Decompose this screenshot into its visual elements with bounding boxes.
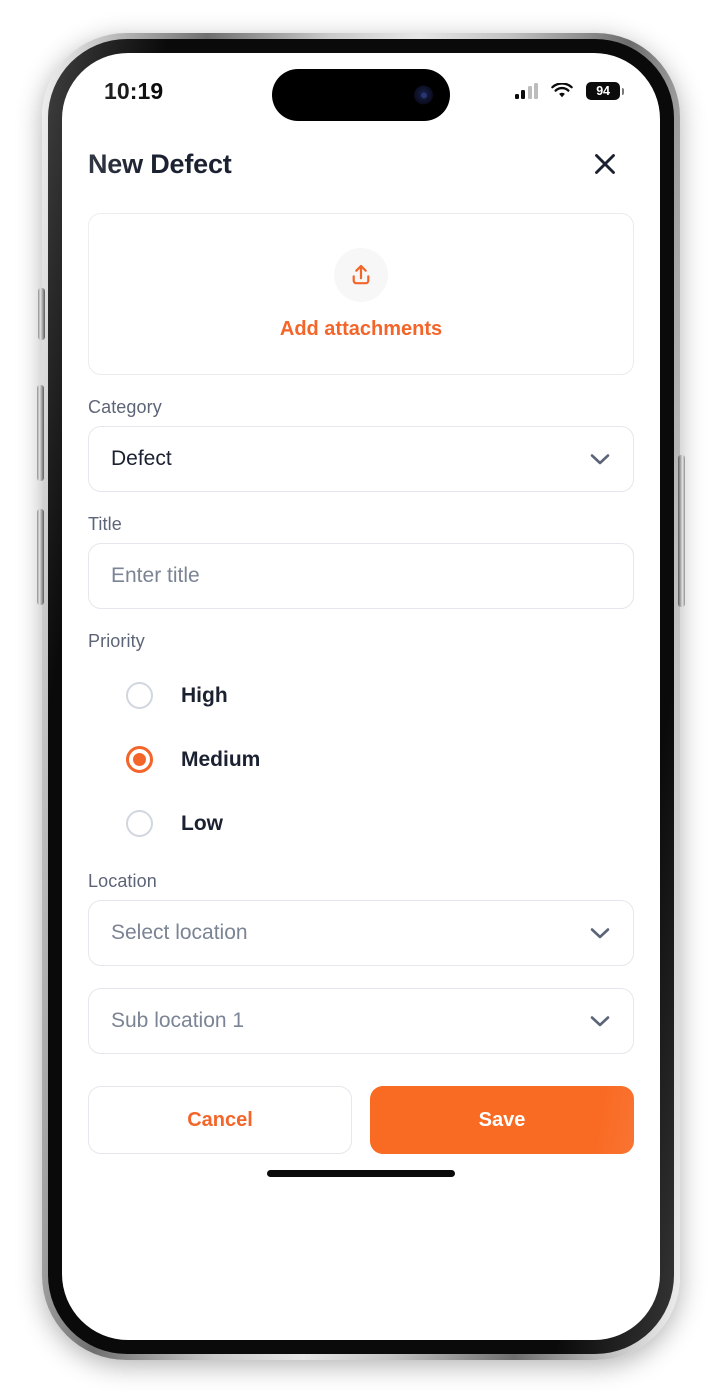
priority-option-high[interactable]: High [88,670,634,721]
upload-icon-circle [334,247,388,302]
category-label: Category [88,397,162,417]
priority-label-high: High [181,683,228,707]
close-icon [595,154,615,174]
category-select[interactable]: Defect [88,426,634,492]
radio-icon-medium-selected [126,746,153,773]
priority-label-medium: Medium [181,747,261,771]
cellular-signal-icon [514,83,538,99]
location-label: Location [88,871,157,891]
radio-icon-low [126,810,153,837]
home-indicator [267,1170,455,1177]
field-sub-location: Sub location 1 [88,988,634,1054]
title-label: Title [88,514,122,534]
cancel-button[interactable]: Cancel [88,1086,352,1154]
screenshot-stage: 10:19 94 New Defect Add attachments Cate… [0,0,722,1393]
category-value: Defect [111,447,172,470]
dynamic-island [272,69,450,121]
close-button[interactable] [588,147,622,181]
priority-option-low[interactable]: Low [88,798,634,849]
power-button-hardware[interactable] [678,455,685,607]
location-value: Select location [111,921,248,944]
wifi-icon [551,83,573,98]
action-button-hardware[interactable] [38,288,45,340]
page-title: New Defect [88,148,232,179]
volume-down-button-hardware[interactable] [37,509,44,605]
phone-screen: 10:19 94 New Defect Add attachments Cate… [62,53,660,1340]
location-select[interactable]: Select location [88,900,634,966]
volume-up-button-hardware[interactable] [37,385,44,481]
add-attachments-label: Add attachments [279,317,443,340]
field-location: Location Select location [88,871,634,966]
chevron-down-icon [590,1016,610,1027]
front-camera-lens [414,85,433,105]
upload-icon [352,264,370,284]
priority-label-low: Low [181,811,223,835]
status-time: 10:19 [104,77,164,104]
sub-location-value: Sub location 1 [111,1009,245,1032]
field-category: Category Defect [88,397,634,492]
field-title: Title Enter title [88,514,634,609]
sub-location-select[interactable]: Sub location 1 [88,988,634,1054]
title-input[interactable]: Enter title [111,564,200,588]
chevron-down-icon [590,928,610,939]
footer-actions: Cancel Save [62,1068,660,1154]
add-attachments-dropzone[interactable]: Add attachments [88,213,634,375]
field-priority: Priority High Medium Low [88,631,634,849]
battery-nub [621,87,624,95]
radio-icon-high [126,682,153,709]
screen-header: New Defect [62,125,660,191]
save-button[interactable]: Save [370,1086,634,1154]
battery-icon: 94 [586,82,624,100]
status-indicators: 94 [514,82,624,100]
battery-percent-label: 94 [596,84,610,98]
status-bar: 10:19 94 [62,53,660,125]
title-input-wrapper[interactable]: Enter title [88,543,634,609]
defect-form: Add attachments Category Defect Title En… [62,191,660,1054]
chevron-down-icon [590,454,610,465]
priority-option-medium[interactable]: Medium [88,734,634,785]
priority-radio-group: High Medium Low [88,670,634,849]
priority-label: Priority [88,631,145,651]
